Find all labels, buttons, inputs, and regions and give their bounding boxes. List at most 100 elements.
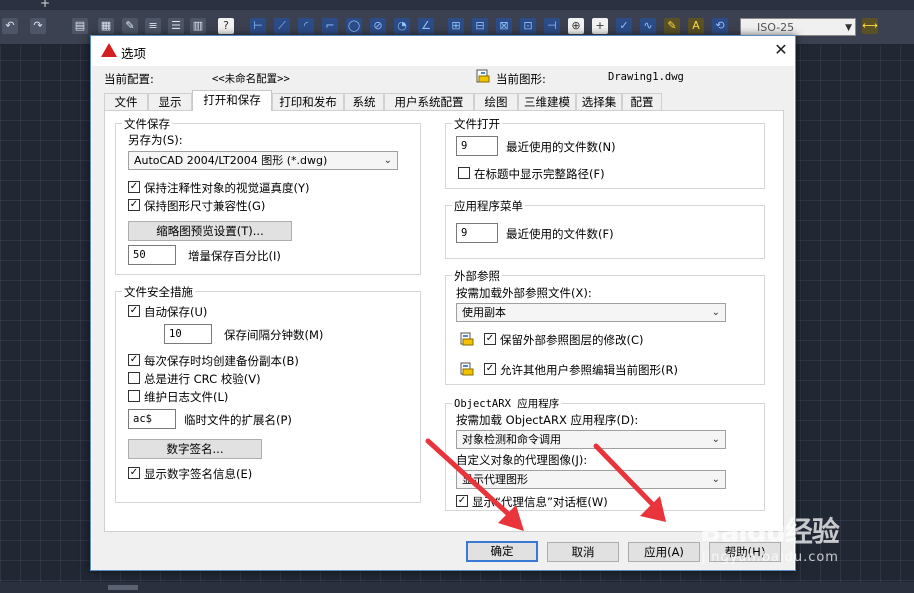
tab-selection[interactable]: 选择集: [576, 93, 622, 110]
temp-ext-label: 临时文件的扩展名(P): [184, 413, 292, 427]
xref-title: 外部参照: [452, 268, 502, 284]
proxy-image-select[interactable]: 显示代理图形 ⌄: [456, 470, 726, 489]
crc-checkbox[interactable]: [128, 372, 140, 384]
chevron-down-icon: ⌄: [711, 474, 720, 485]
edit-dim-icon[interactable]: ✎: [664, 18, 680, 34]
current-config-value: <<未命名配置>>: [212, 73, 290, 85]
chevron-down-icon: ⌄: [711, 434, 720, 445]
close-icon[interactable]: ✕: [771, 40, 791, 60]
jogged-icon[interactable]: ◔: [394, 18, 410, 34]
apply-button[interactable]: 应用(A): [628, 542, 700, 562]
help-icon[interactable]: ?: [218, 18, 234, 34]
inspect-icon[interactable]: ✓: [616, 18, 632, 34]
retain-changes-label: 保留外部参照图层的修改(C): [500, 333, 644, 347]
tab-files[interactable]: 文件: [104, 93, 148, 110]
app-menu-recent-input[interactable]: 9: [456, 223, 498, 243]
xref-demand-load-label: 按需加载外部参照文件(X):: [456, 286, 592, 300]
autosave-minutes-input[interactable]: 10: [164, 324, 212, 344]
aligned-dim-icon[interactable]: ⟋: [274, 18, 290, 34]
save-as-label: 另存为(S):: [128, 133, 183, 147]
arx-demand-load-select[interactable]: 对象检测和命令调用 ⌄: [456, 430, 726, 449]
xref-demand-load-select[interactable]: 使用副本 ⌄: [456, 303, 726, 322]
scrollbar-thumb[interactable]: [108, 585, 138, 590]
autosave-label: 自动保存(U): [144, 305, 208, 319]
linear-dim-icon[interactable]: ⊢: [250, 18, 266, 34]
retain-changes-checkbox[interactable]: ✓: [484, 333, 496, 345]
continue-icon[interactable]: ⊠: [496, 18, 512, 34]
baseline-icon[interactable]: ⊟: [472, 18, 488, 34]
list-icon[interactable]: ☰: [168, 18, 184, 34]
save-as-value: AutoCAD 2004/LT2004 图形 (*.dwg): [134, 154, 328, 167]
angle-icon[interactable]: ∠: [418, 18, 434, 34]
keep-dimension-checkbox[interactable]: ✓: [128, 199, 140, 211]
layers-stack-icon[interactable]: ≡: [145, 18, 161, 34]
dim-style-combo[interactable]: ISO-25 ▼: [740, 18, 856, 36]
save-as-select[interactable]: AutoCAD 2004/LT2004 图形 (*.dwg) ⌄: [128, 151, 398, 170]
backup-label: 每次保存时均创建备份副本(B): [144, 354, 299, 368]
ok-button[interactable]: 确定: [466, 541, 538, 562]
allow-others-label: 允许其他用户参照编辑当前图形(R): [500, 363, 678, 377]
ordinate-icon[interactable]: ⌐: [322, 18, 338, 34]
digital-signature-button[interactable]: 数字签名...: [128, 439, 262, 459]
open-save-panel: 文件保存 另存为(S): AutoCAD 2004/LT2004 图形 (*.d…: [104, 110, 784, 532]
current-drawing-label: 当前图形:: [496, 72, 546, 86]
tab-system[interactable]: 系统: [344, 93, 384, 110]
log-file-checkbox[interactable]: [128, 390, 140, 402]
dialog-titlebar[interactable]: 选项 ✕: [91, 36, 795, 66]
redo-icon[interactable]: ↷: [30, 18, 46, 34]
cancel-button[interactable]: 取消: [547, 542, 619, 562]
match-icon[interactable]: ✎: [122, 18, 138, 34]
file-tab-strip: +: [0, 0, 914, 10]
objectarx-group: ObjectARX 应用程序 按需加载 ObjectARX 应用程序(D): 对…: [445, 396, 765, 511]
objectarx-title: ObjectARX 应用程序: [452, 396, 562, 411]
incremental-save-label: 增量保存百分比(I): [188, 249, 281, 263]
incremental-save-input[interactable]: 50: [128, 245, 176, 265]
tab-user-preferences[interactable]: 用户系统配置: [384, 93, 474, 110]
tab-open-save[interactable]: 打开和保存: [192, 90, 272, 111]
arc-dim-icon[interactable]: ◜: [298, 18, 314, 34]
crc-label: 总是进行 CRC 校验(V): [144, 372, 261, 386]
full-path-label: 在标题中显示完整路径(F): [474, 167, 605, 181]
tolerance-icon[interactable]: ⊕: [568, 18, 584, 34]
proxy-dialog-checkbox[interactable]: ✓: [456, 495, 468, 507]
quick-dim-icon[interactable]: ⊞: [448, 18, 464, 34]
recent-files-input[interactable]: 9: [456, 136, 498, 156]
undo-icon[interactable]: ↶: [2, 18, 18, 34]
file-open-title: 文件打开: [452, 116, 502, 132]
proxy-image-value: 显示代理图形: [462, 473, 528, 486]
space-icon[interactable]: ⊡: [520, 18, 536, 34]
current-config-label: 当前配置:: [104, 72, 154, 86]
temp-ext-input[interactable]: ac$: [128, 409, 176, 429]
thumbnail-settings-button[interactable]: 缩略图预览设置(T)...: [128, 221, 292, 241]
tab-display[interactable]: 显示: [148, 93, 192, 110]
horizontal-scrollbar[interactable]: [0, 582, 914, 593]
diameter-icon[interactable]: ⊘: [370, 18, 386, 34]
new-tab-icon[interactable]: +: [40, 0, 50, 10]
arx-demand-load-value: 对象检测和命令调用: [462, 433, 561, 446]
show-signature-checkbox[interactable]: ✓: [128, 467, 140, 479]
dim-style-icon[interactable]: ⟷: [862, 18, 878, 34]
calculator-icon[interactable]: ▥: [190, 18, 206, 34]
edit-text-icon[interactable]: A: [688, 18, 704, 34]
update-icon[interactable]: ⟲: [712, 18, 728, 34]
chevron-down-icon: ▼: [845, 23, 852, 33]
backup-checkbox[interactable]: ✓: [128, 354, 140, 366]
tab-plot-publish[interactable]: 打印和发布: [272, 93, 344, 110]
allow-others-checkbox[interactable]: ✓: [484, 363, 496, 375]
break-icon[interactable]: ⊣: [544, 18, 560, 34]
tab-3d-modeling[interactable]: 三维建模: [518, 93, 576, 110]
jog-line-icon[interactable]: ∿: [640, 18, 656, 34]
dialog-title: 选项: [121, 46, 147, 61]
help-button[interactable]: 帮助(H): [709, 542, 781, 562]
autosave-checkbox[interactable]: ✓: [128, 305, 140, 317]
xref-group: 外部参照 按需加载外部参照文件(X): 使用副本 ⌄ ✓ 保留外部参照图层的修改…: [445, 268, 765, 385]
layer-icon[interactable]: ▦: [98, 18, 114, 34]
keep-annotative-checkbox[interactable]: ✓: [128, 181, 140, 193]
radius-icon[interactable]: ◯: [346, 18, 362, 34]
tab-profiles[interactable]: 配置: [622, 93, 662, 110]
arx-demand-load-label: 按需加载 ObjectARX 应用程序(D):: [456, 413, 639, 427]
properties-icon[interactable]: ▤: [72, 18, 88, 34]
tab-drafting[interactable]: 绘图: [474, 93, 518, 110]
full-path-checkbox[interactable]: [458, 167, 470, 179]
center-mark-icon[interactable]: +: [592, 18, 608, 34]
